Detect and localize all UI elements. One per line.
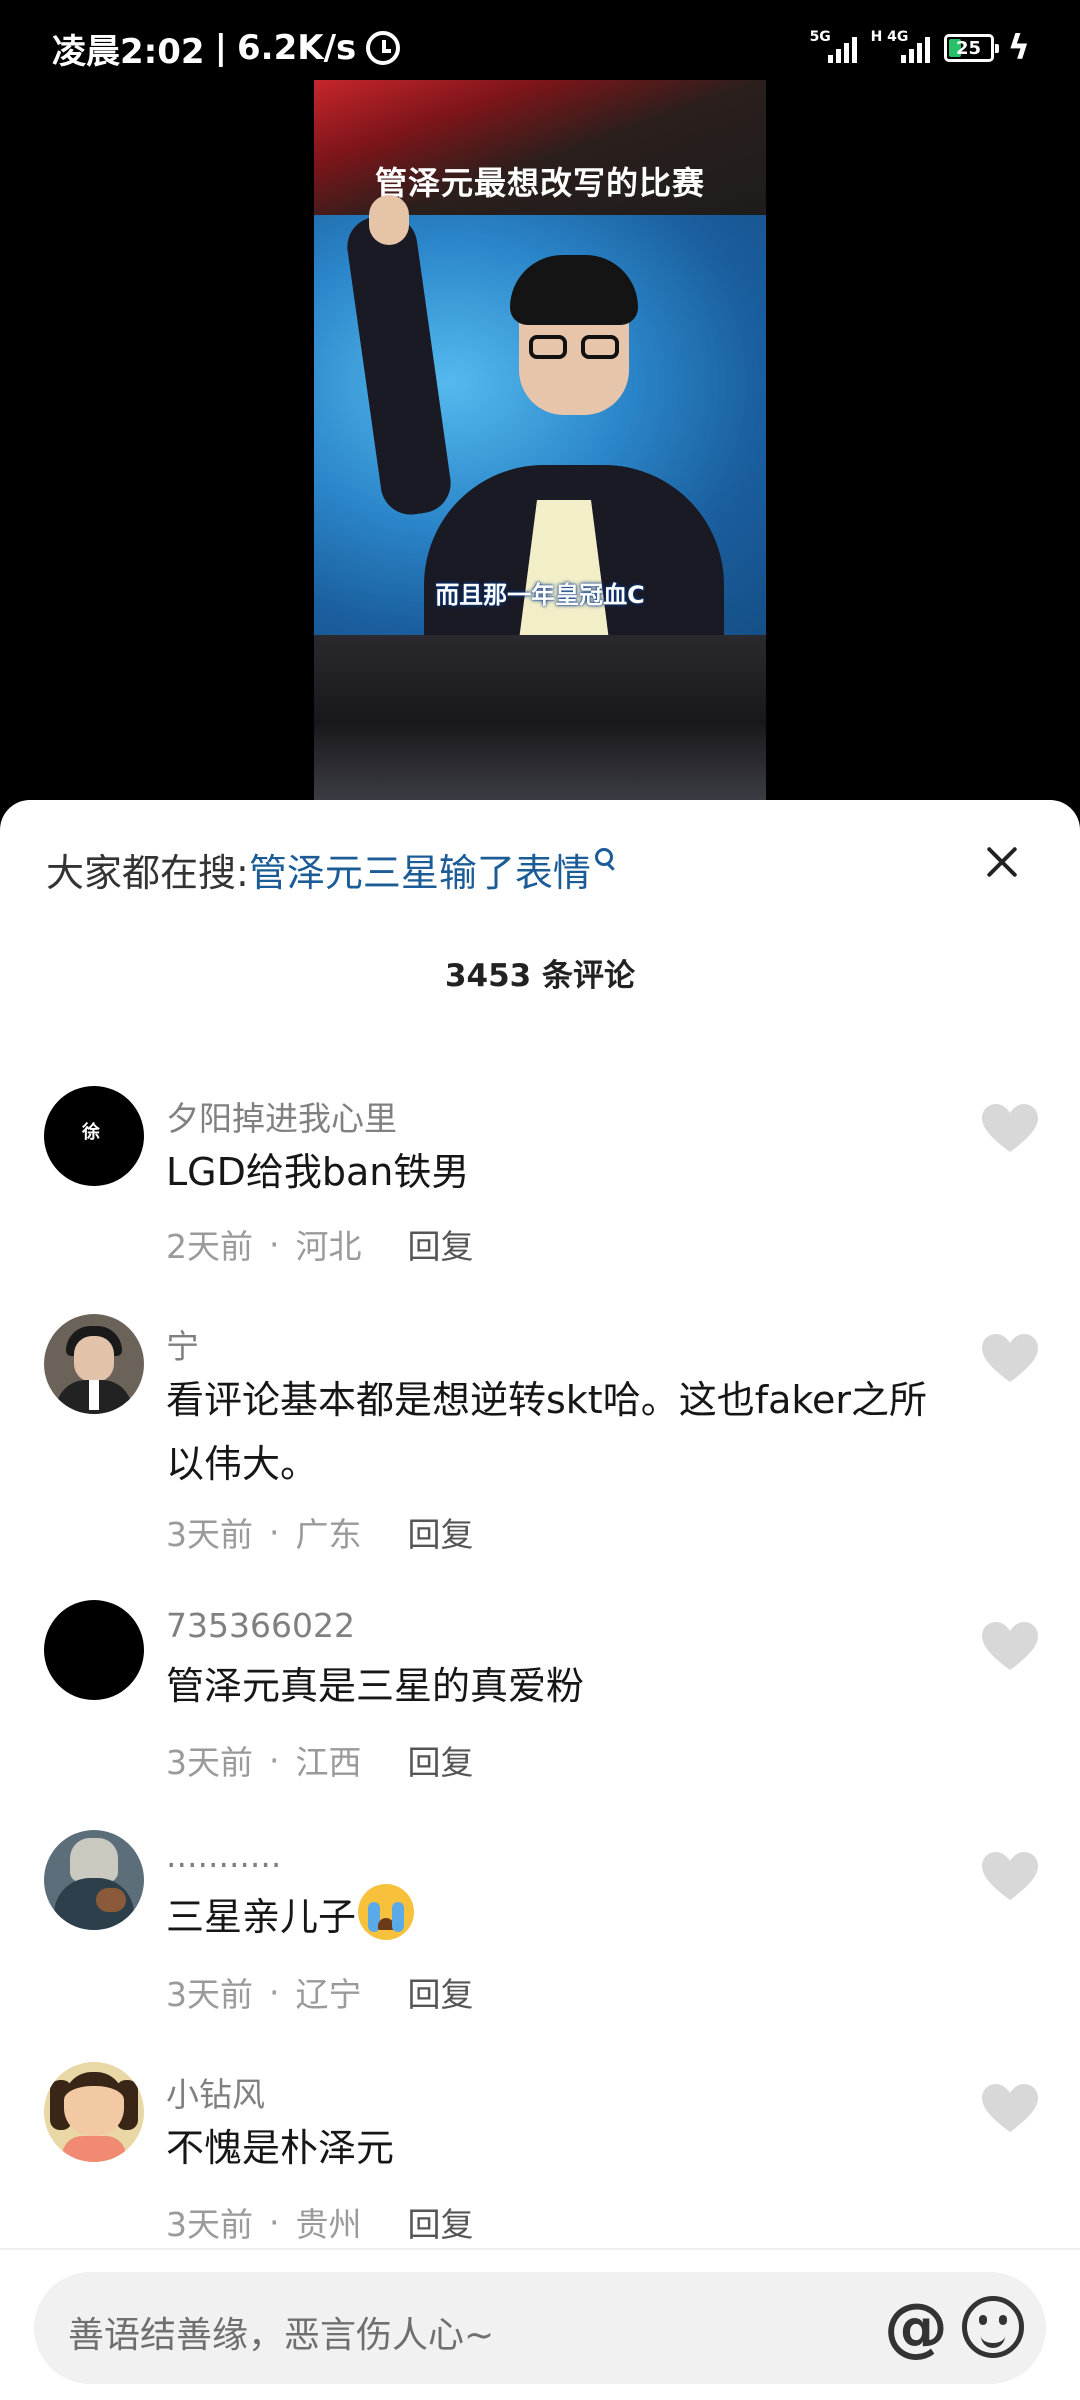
heart-icon[interactable] bbox=[982, 1334, 1038, 1384]
video-person-glasses bbox=[529, 335, 619, 361]
heart-icon[interactable] bbox=[982, 2084, 1038, 2134]
crying-emoji-icon bbox=[358, 1884, 415, 1940]
comment-username[interactable]: 735366022 bbox=[166, 1606, 355, 1645]
avatar[interactable]: 徐 bbox=[44, 1086, 144, 1186]
video-bottom-band bbox=[314, 635, 766, 810]
comment-location: 广东 bbox=[295, 1515, 362, 1554]
avatar[interactable] bbox=[44, 1600, 144, 1700]
comment-text: 三星亲儿子 bbox=[166, 1884, 946, 1949]
reply-button[interactable]: 回复 bbox=[408, 1968, 474, 2016]
reply-button[interactable]: 回复 bbox=[408, 1220, 474, 1268]
heart-icon[interactable] bbox=[982, 1104, 1038, 1154]
emoji-icon[interactable] bbox=[962, 2296, 1024, 2358]
hot-search[interactable]: 大家都在搜: 管泽元三星输了表情 bbox=[46, 842, 617, 897]
charging-bolt-icon: ϟ bbox=[1007, 28, 1030, 68]
video-person-arm bbox=[343, 211, 455, 519]
comment-username[interactable]: 宁 bbox=[166, 1320, 199, 1368]
signal-4g-icon: H 4G bbox=[871, 29, 930, 63]
comment-username[interactable]: 小钻风 bbox=[166, 2068, 265, 2116]
comment-meta: 3天前 · 江西 回复 bbox=[166, 1736, 474, 1784]
reply-button[interactable]: 回复 bbox=[408, 2198, 474, 2246]
comment-meta: 3天前 · 广东 回复 bbox=[166, 1508, 474, 1556]
comment-time: 3天前 bbox=[166, 2205, 253, 2244]
reply-button[interactable]: 回复 bbox=[408, 1508, 474, 1556]
comment-username[interactable]: 夕阳掉进我心里 bbox=[166, 1092, 397, 1140]
search-icon bbox=[594, 848, 617, 876]
comment-sheet: 大家都在搜: 管泽元三星输了表情 3453 条评论 徐 夕阳掉进我心里 LGD给… bbox=[0, 800, 1080, 2400]
avatar-mark: 徐 bbox=[82, 1122, 100, 1143]
comment-text: 管泽元真是三星的真爱粉 bbox=[166, 1664, 585, 1708]
video-frame: 而且那一年皇冠血C bbox=[314, 195, 766, 665]
avatar[interactable] bbox=[44, 1830, 144, 1930]
meta-separator: · bbox=[269, 1512, 280, 1552]
mention-icon[interactable]: @ bbox=[884, 2288, 948, 2368]
meta-separator: · bbox=[269, 1972, 280, 2012]
battery-level: 25 bbox=[956, 37, 982, 59]
network-speed: 6.2K/s bbox=[237, 28, 357, 68]
reply-button[interactable]: 回复 bbox=[408, 1736, 474, 1784]
comment-input-placeholder: 善语结善缘，恶言伤人心~ bbox=[68, 2315, 495, 2356]
avatar[interactable] bbox=[44, 2062, 144, 2162]
comment-time: 3天前 bbox=[166, 1743, 253, 1782]
status-right: 5G H 4G 25 ϟ bbox=[810, 28, 1030, 68]
comment-text: LGD给我ban铁男 bbox=[166, 1150, 470, 1194]
comment-time: 2天前 bbox=[166, 1227, 253, 1266]
meta-separator: · bbox=[269, 1224, 280, 1264]
comment-input-bar: 善语结善缘，恶言伤人心~ @ bbox=[0, 2248, 1080, 2400]
hot-search-label: 大家都在搜: bbox=[46, 851, 249, 895]
hot-search-term[interactable]: 管泽元三星输了表情 bbox=[249, 842, 591, 897]
comment-location: 辽宁 bbox=[295, 1975, 362, 2014]
battery-icon: 25 bbox=[943, 34, 999, 62]
alarm-icon bbox=[366, 31, 401, 65]
signal-5g-label: 5G bbox=[809, 29, 831, 45]
comment-meta: 3天前 · 贵州 回复 bbox=[166, 2198, 474, 2246]
status-time: 凌晨2:02 bbox=[52, 31, 205, 72]
comment-input[interactable]: 善语结善缘，恶言伤人心~ @ bbox=[34, 2272, 1046, 2384]
heart-icon[interactable] bbox=[982, 1622, 1038, 1672]
app-screen: 凌晨2:02 | 6.2K/s 5G H 4G 25 ϟ 管泽元最想改写的比赛 bbox=[0, 0, 1080, 2400]
comment-text-content: 三星亲儿子 bbox=[166, 1895, 357, 1939]
close-icon[interactable] bbox=[980, 840, 1024, 884]
status-left: 凌晨2:02 | 6.2K/s bbox=[52, 24, 401, 73]
comment-location: 河北 bbox=[295, 1227, 362, 1266]
heart-icon[interactable] bbox=[982, 1852, 1038, 1902]
comment-username[interactable]: ........... bbox=[166, 1836, 281, 1875]
video-person-hand bbox=[369, 195, 409, 245]
comment-count: 3453 条评论 bbox=[444, 958, 636, 994]
comment-meta: 2天前 · 河北 回复 bbox=[166, 1220, 474, 1268]
video-subtitle: 而且那一年皇冠血C bbox=[435, 581, 645, 609]
comment-time: 3天前 bbox=[166, 1515, 253, 1554]
status-divider: | bbox=[214, 28, 227, 68]
comment-location: 江西 bbox=[295, 1743, 362, 1782]
comment-text: 不愧是朴泽元 bbox=[166, 2126, 395, 2170]
comment-meta: 3天前 · 辽宁 回复 bbox=[166, 1968, 474, 2016]
meta-separator: · bbox=[269, 1740, 280, 1780]
signal-5g-icon: 5G bbox=[810, 29, 857, 63]
video-player[interactable]: 管泽元最想改写的比赛 而且那一年皇冠血C bbox=[314, 80, 766, 810]
avatar[interactable] bbox=[44, 1314, 144, 1414]
meta-separator: · bbox=[269, 2202, 280, 2242]
comment-time: 3天前 bbox=[166, 1975, 253, 2014]
comment-location: 贵州 bbox=[295, 2205, 362, 2244]
signal-4g-label: H 4G bbox=[870, 29, 909, 45]
video-person-hair bbox=[510, 255, 638, 325]
comment-text: 看评论基本都是想逆转skt哈。这也faker之所以伟大。 bbox=[166, 1378, 928, 1486]
